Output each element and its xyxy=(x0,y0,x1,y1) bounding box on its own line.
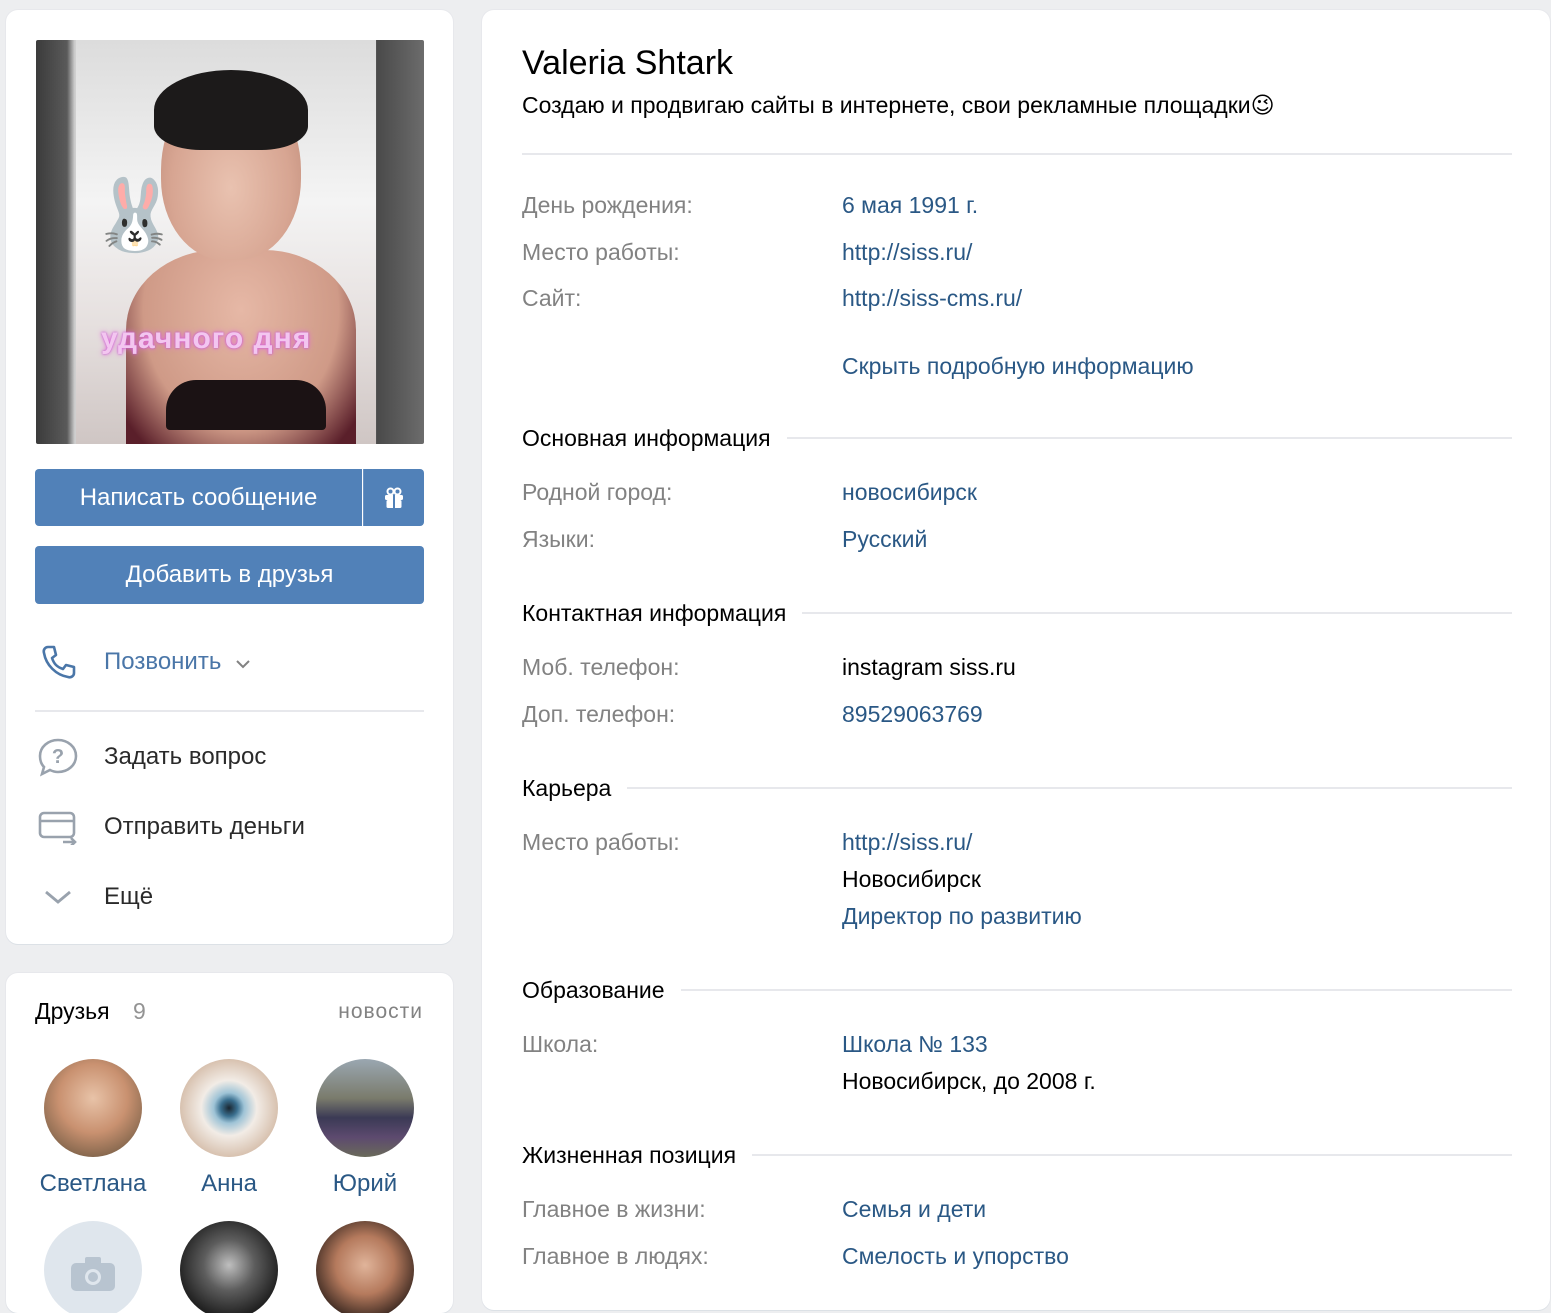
section-line xyxy=(680,989,1512,991)
extra-phone-label: Доп. телефон: xyxy=(522,701,676,727)
friend-avatar xyxy=(180,1059,278,1157)
chevron-down-icon xyxy=(36,877,80,917)
birthday-label: День рождения: xyxy=(522,192,693,218)
hide-details-link[interactable]: Скрыть подробную информацию xyxy=(842,353,1194,380)
section-line xyxy=(752,1154,1512,1156)
friend-avatar xyxy=(44,1059,142,1157)
friend-item[interactable] xyxy=(300,1221,430,1313)
section-education: Образование xyxy=(522,975,1512,1005)
site-label: Сайт: xyxy=(522,285,582,311)
extra-phone-value[interactable]: 89529063769 xyxy=(842,701,983,728)
profile-status: Создаю и продвигаю сайты в интернете, св… xyxy=(522,92,1275,119)
friend-avatar xyxy=(316,1059,414,1157)
friend-item[interactable] xyxy=(164,1221,294,1313)
friend-name: Светлана xyxy=(39,1170,147,1197)
friend-item[interactable]: Юрий xyxy=(300,1059,430,1198)
camera-icon xyxy=(71,1257,115,1291)
main-in-life-label: Главное в жизни: xyxy=(522,1196,706,1222)
main-in-life-value[interactable]: Семья и дети xyxy=(842,1196,986,1223)
school-detail: Новосибирск, до 2008 г. xyxy=(842,1068,1096,1094)
profile-sidebar-card: 🐰 удачного дня Написать сообщение Добави… xyxy=(6,10,453,944)
section-career: Карьера xyxy=(522,773,1512,803)
friend-name: Юрий xyxy=(332,1170,398,1197)
bunny-sticker-icon: 🐰 xyxy=(91,176,179,254)
friend-avatar xyxy=(180,1221,278,1313)
phone-icon xyxy=(36,642,80,682)
friends-news-link[interactable]: новости xyxy=(338,1000,423,1024)
call-label: Позвонить xyxy=(104,648,222,675)
question-bubble-icon: ? xyxy=(36,737,80,777)
main-in-people-value[interactable]: Смелость и упорство xyxy=(842,1243,1069,1270)
ask-question-label: Задать вопрос xyxy=(104,743,267,770)
ask-question-button[interactable]: ? Задать вопрос xyxy=(36,737,266,777)
send-gift-button[interactable] xyxy=(363,469,424,526)
more-button[interactable]: Ещё xyxy=(36,877,153,917)
wink-emoji-icon: 😉 xyxy=(1250,92,1275,118)
work-link[interactable]: http://siss.ru/ xyxy=(842,239,972,266)
photo-figure-hair xyxy=(154,70,308,150)
write-message-button[interactable]: Написать сообщение xyxy=(35,469,362,526)
career-work-label: Место работы: xyxy=(522,829,680,855)
friend-name: Анна xyxy=(201,1170,257,1197)
friend-item[interactable] xyxy=(28,1221,158,1313)
friends-count: 9 xyxy=(133,998,146,1024)
career-city: Новосибирск xyxy=(842,866,981,892)
school-link[interactable]: Школа № 133 xyxy=(842,1031,988,1058)
gift-icon xyxy=(385,487,403,508)
chevron-down-icon xyxy=(235,648,251,676)
hometown-label: Родной город: xyxy=(522,479,673,505)
photo-figure-clothing xyxy=(166,380,326,430)
friend-avatar xyxy=(316,1221,414,1313)
section-title: Контактная информация xyxy=(522,599,787,626)
section-life-position: Жизненная позиция xyxy=(522,1140,1512,1170)
main-in-people-label: Главное в людях: xyxy=(522,1243,709,1269)
friend-avatar-placeholder xyxy=(44,1221,142,1313)
profile-status-text: Создаю и продвигаю сайты в интернете, св… xyxy=(522,92,1251,118)
card-transfer-icon xyxy=(36,807,80,847)
birthday-value[interactable]: 6 мая 1991 г. xyxy=(842,192,978,219)
photo-caption: удачного дня xyxy=(101,322,312,355)
school-label: Школа: xyxy=(522,1031,599,1057)
add-friend-button[interactable]: Добавить в друзья xyxy=(35,546,424,604)
friend-item[interactable]: Анна xyxy=(164,1059,294,1198)
section-line xyxy=(802,612,1512,614)
section-line xyxy=(786,437,1512,439)
profile-photo[interactable]: 🐰 удачного дня xyxy=(36,40,424,444)
divider xyxy=(522,153,1512,155)
svg-text:?: ? xyxy=(52,746,64,768)
section-line xyxy=(627,787,1512,789)
mobile-phone-label: Моб. телефон: xyxy=(522,654,680,680)
site-link[interactable]: http://siss-cms.ru/ xyxy=(842,285,1022,312)
divider xyxy=(35,710,424,712)
profile-name: Valeria Shtark xyxy=(522,44,734,82)
section-title: Основная информация xyxy=(522,424,771,451)
career-position[interactable]: Директор по развитию xyxy=(842,903,1082,930)
mobile-phone-value: instagram siss.ru xyxy=(842,654,1016,680)
more-label: Ещё xyxy=(104,883,154,910)
section-title: Карьера xyxy=(522,774,612,801)
section-title: Жизненная позиция xyxy=(522,1141,737,1168)
languages-value[interactable]: Русский xyxy=(842,526,927,553)
friends-title[interactable]: Друзья xyxy=(35,998,110,1025)
work-label: Место работы: xyxy=(522,239,680,265)
section-contacts: Контактная информация xyxy=(522,598,1512,628)
profile-info-card: Valeria Shtark Создаю и продвигаю сайты … xyxy=(482,10,1550,1310)
languages-label: Языки: xyxy=(522,526,595,552)
section-title: Образование xyxy=(522,976,665,1003)
hometown-value[interactable]: новосибирск xyxy=(842,479,977,506)
friends-card: Друзья 9 новости Светлана Анна Юрий xyxy=(6,973,453,1313)
call-button[interactable]: Позвонить xyxy=(36,642,251,682)
section-basic-info: Основная информация xyxy=(522,423,1512,453)
career-work-link[interactable]: http://siss.ru/ xyxy=(842,829,972,856)
send-money-button[interactable]: Отправить деньги xyxy=(36,807,305,847)
friend-item[interactable]: Светлана xyxy=(28,1059,158,1198)
send-money-label: Отправить деньги xyxy=(104,813,305,840)
